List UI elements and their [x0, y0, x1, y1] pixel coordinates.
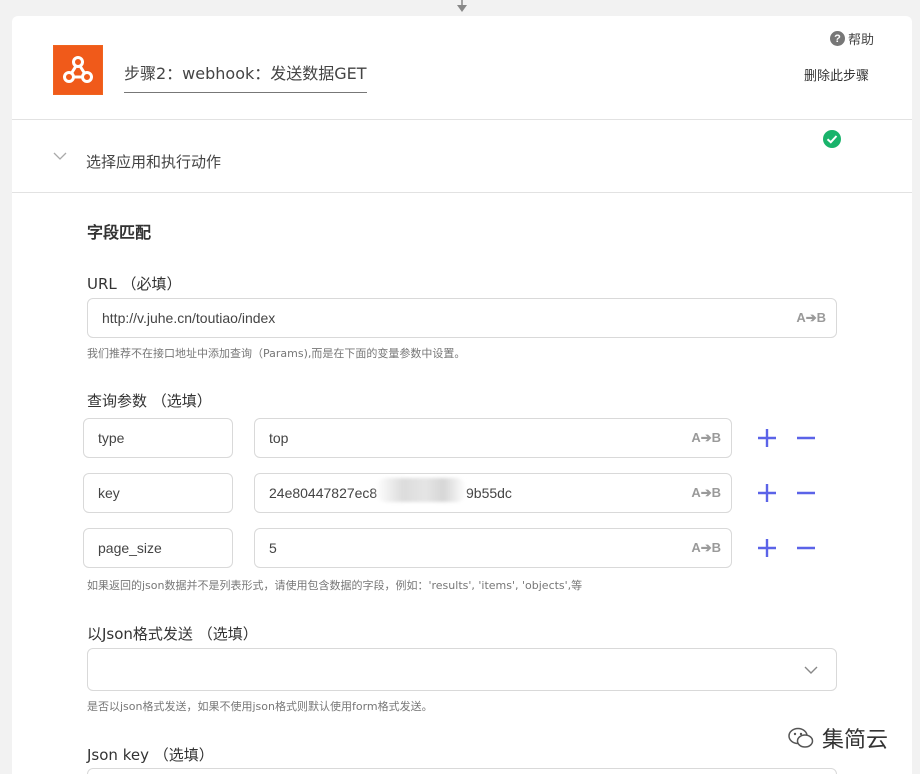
remove-param-icon[interactable] — [796, 428, 816, 448]
watermark-text: 集简云 — [822, 728, 889, 753]
help-link[interactable]: ? 帮助 — [830, 29, 874, 48]
url-label: URL （必填） — [87, 275, 182, 293]
add-param-icon[interactable] — [757, 483, 777, 503]
redaction-blur — [376, 478, 466, 502]
insert-variable-icon[interactable]: A➔B — [691, 540, 721, 556]
param-value-input[interactable]: top A➔B — [254, 418, 732, 458]
json-key-input[interactable] — [87, 768, 837, 774]
json-key-label: Json key （选填） — [87, 746, 214, 764]
flow-arrow-icon — [457, 0, 467, 12]
param-key-value: type — [98, 430, 125, 446]
select-app-section[interactable]: 选择应用和执行动作 — [12, 120, 912, 193]
json-format-hint: 是否以json格式发送，如果不使用json格式则默认使用form格式发送。 — [87, 700, 433, 713]
webhook-logo-icon — [53, 45, 103, 95]
chevron-down-icon — [53, 152, 67, 160]
add-param-icon[interactable] — [757, 428, 777, 448]
param-value-tail: 9b55dc — [466, 485, 512, 501]
param-key-input[interactable]: page_size — [83, 528, 233, 568]
remove-param-icon[interactable] — [796, 483, 816, 503]
insert-variable-icon[interactable]: A➔B — [796, 310, 826, 326]
params-hint: 如果返回的json数据并不是列表形式，请使用包含数据的字段，例如：'result… — [87, 579, 583, 592]
insert-variable-icon[interactable]: A➔B — [691, 430, 721, 446]
param-key-input[interactable]: type — [83, 418, 233, 458]
remove-param-icon[interactable] — [796, 538, 816, 558]
step-title[interactable]: 步骤2：webhook：发送数据GET — [124, 60, 367, 93]
help-label: 帮助 — [848, 33, 875, 48]
add-param-icon[interactable] — [757, 538, 777, 558]
url-hint: 我们推荐不在接口地址中添加查询（Params),而是在下面的变量参数中设置。 — [87, 347, 466, 360]
step-header: 步骤2：webhook：发送数据GET ? 帮助 删除此步骤 — [12, 16, 912, 120]
help-icon: ? — [830, 31, 845, 46]
query-params-label: 查询参数 （选填） — [87, 392, 212, 410]
insert-variable-icon[interactable]: A➔B — [691, 485, 721, 501]
param-value: 5 — [269, 540, 277, 556]
json-format-label: 以Json格式发送 （选填） — [87, 625, 258, 643]
param-key-value: key — [98, 485, 120, 501]
url-input[interactable]: http://v.juhe.cn/toutiao/index A➔B — [87, 298, 837, 338]
param-value-input[interactable]: 24e80447827ec8 9b55dc A➔B — [254, 473, 732, 513]
param-value: top — [269, 430, 289, 446]
url-value: http://v.juhe.cn/toutiao/index — [102, 310, 276, 326]
section-title: 选择应用和执行动作 — [86, 153, 222, 171]
delete-step-link[interactable]: 删除此步骤 — [804, 65, 869, 84]
success-check-icon — [823, 130, 841, 148]
chevron-down-icon — [804, 666, 818, 674]
param-key-input[interactable]: key — [83, 473, 233, 513]
param-value-input[interactable]: 5 A➔B — [254, 528, 732, 568]
watermark: 集简云 — [788, 722, 888, 754]
wechat-icon — [788, 727, 814, 748]
field-mapping-heading: 字段匹配 — [87, 223, 152, 242]
param-value: 24e80447827ec8 — [269, 485, 378, 501]
json-format-select[interactable] — [87, 648, 837, 691]
param-key-value: page_size — [98, 540, 162, 556]
